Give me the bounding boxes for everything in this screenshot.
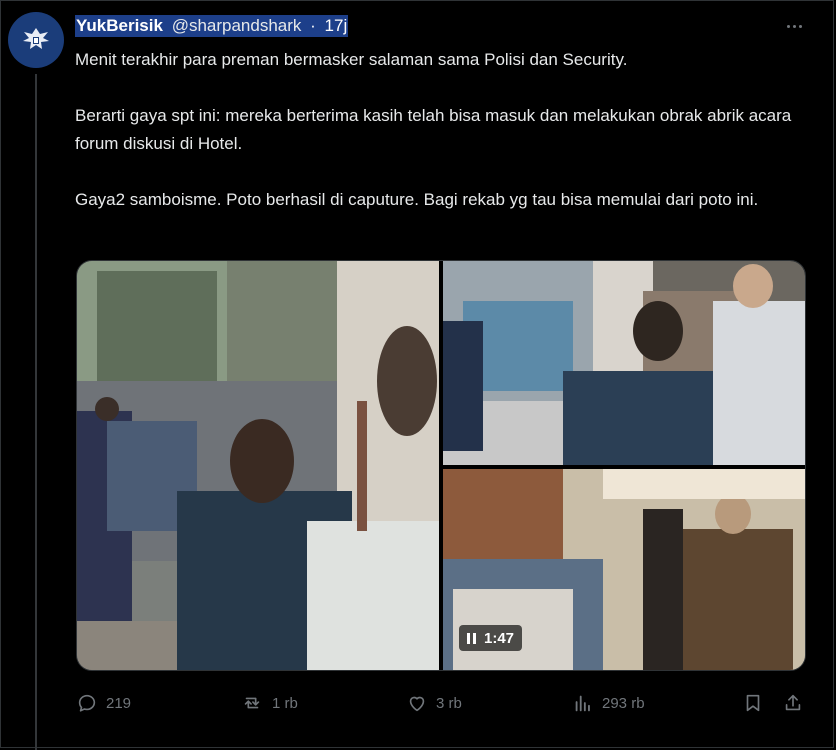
tweet-paragraph: Berarti gaya spt ini: mereka berterima k… — [75, 106, 792, 153]
tweet-paragraph: Gaya2 samboisme. Poto berhasil di caputu… — [75, 190, 759, 209]
garuda-icon — [23, 28, 49, 49]
view-count: 293 rb — [602, 694, 645, 712]
bookmark-button[interactable] — [742, 692, 764, 714]
photo-1[interactable] — [77, 261, 439, 670]
video-duration: 1:47 — [484, 629, 515, 647]
like-button[interactable]: 3 rb — [406, 692, 462, 714]
author-handle[interactable]: @sharpandshark — [170, 15, 303, 37]
heart-icon — [409, 696, 425, 712]
views-button[interactable]: 293 rb — [572, 692, 645, 714]
timestamp[interactable]: 17j — [323, 15, 349, 37]
photo-2[interactable] — [443, 261, 805, 465]
avatar[interactable] — [8, 12, 64, 68]
tweet-header: YukBerisik @sharpandshark · 17j — [75, 12, 349, 40]
repost-icon — [244, 697, 260, 709]
repost-count: 1 rb — [272, 694, 298, 712]
repost-button[interactable]: 1 rb — [240, 692, 298, 714]
more-options-icon[interactable] — [782, 16, 806, 36]
pause-icon[interactable] — [467, 632, 476, 644]
media-grid: 1:47 — [76, 260, 806, 671]
reply-count: 219 — [106, 694, 132, 712]
tweet-text: Menit terakhir para preman bermasker sal… — [75, 46, 805, 214]
reply-button[interactable]: 219 — [76, 692, 131, 714]
thread-line — [35, 74, 37, 750]
analytics-icon — [575, 695, 590, 712]
author-name[interactable]: YukBerisik — [75, 15, 164, 37]
tweet-paragraph: Menit terakhir para preman bermasker sal… — [75, 50, 628, 69]
reply-icon — [78, 694, 96, 712]
like-count: 3 rb — [436, 694, 462, 712]
tweet-actions: 219 1 rb 3 rb 293 rb — [76, 690, 806, 720]
share-icon — [785, 694, 801, 711]
bookmark-icon — [746, 694, 760, 712]
share-button[interactable] — [782, 692, 804, 714]
video-duration-badge[interactable]: 1:47 — [459, 625, 523, 651]
separator-dot: · — [309, 15, 317, 37]
